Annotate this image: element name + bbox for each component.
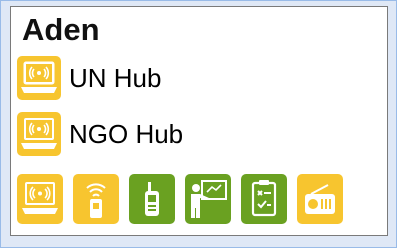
widget-frame: Aden UN Hub NGO Hub bbox=[0, 0, 397, 248]
radio-icon[interactable] bbox=[297, 174, 343, 224]
location-card: Aden UN Hub NGO Hub bbox=[10, 6, 388, 236]
hub-label-un: UN Hub bbox=[69, 63, 162, 93]
training-icon[interactable] bbox=[185, 174, 231, 224]
vsat-icon bbox=[17, 112, 61, 156]
checklist-icon[interactable] bbox=[241, 174, 287, 224]
vsat-icon[interactable] bbox=[17, 174, 63, 224]
hub-row-un[interactable]: UN Hub bbox=[17, 55, 161, 101]
location-title: Aden bbox=[22, 12, 100, 47]
services-row bbox=[17, 174, 343, 224]
wifi-router-icon[interactable] bbox=[73, 174, 119, 224]
handheld-radio-icon[interactable] bbox=[129, 174, 175, 224]
vsat-icon bbox=[17, 56, 61, 100]
hub-label-ngo: NGO Hub bbox=[69, 119, 184, 149]
hub-row-ngo[interactable]: NGO Hub bbox=[17, 111, 183, 157]
